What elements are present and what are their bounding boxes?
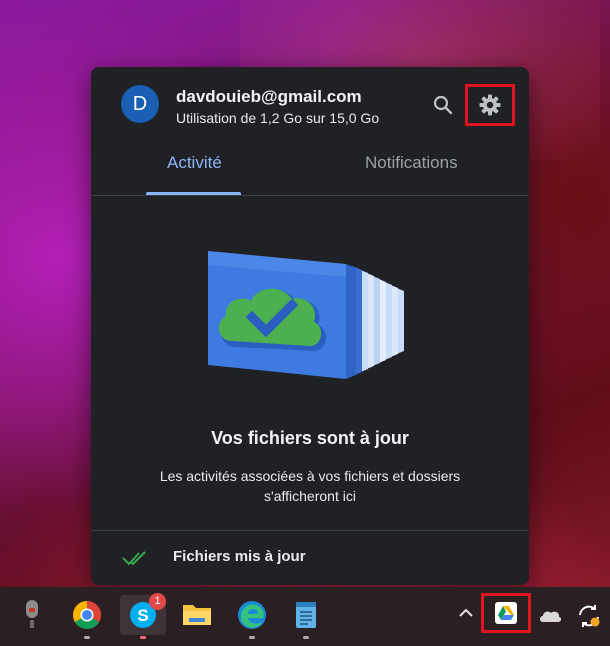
taskbar-app-file-explorer[interactable]	[177, 595, 217, 635]
notification-badge: 1	[149, 593, 166, 610]
status-headline: Vos fichiers sont à jour	[211, 428, 409, 448]
running-indicator	[140, 636, 146, 639]
sync-status-text: Fichiers mis à jour	[173, 548, 306, 565]
tab-notifications[interactable]: Notifications	[365, 153, 458, 173]
account-email: davdouieb@gmail.com	[176, 87, 362, 106]
header-divider	[91, 195, 529, 196]
taskbar-app-chrome[interactable]	[67, 595, 107, 639]
settings-button[interactable]	[465, 84, 515, 126]
onedrive-cloud-icon[interactable]	[538, 609, 562, 623]
taskbar-app-microphone[interactable]	[12, 595, 52, 635]
drive-activity-panel: D davdouieb@gmail.com Utilisation de 1,2…	[91, 67, 529, 585]
chrome-icon	[73, 601, 101, 629]
search-button[interactable]	[431, 93, 455, 117]
search-icon	[433, 95, 453, 115]
files-up-to-date-illustration	[208, 251, 404, 379]
edge-icon	[238, 601, 266, 629]
tray-google-drive[interactable]	[481, 593, 531, 633]
double-check-icon	[122, 551, 146, 566]
running-indicator	[303, 636, 309, 639]
avatar[interactable]: D	[121, 85, 159, 123]
taskbar-app-skype[interactable]: S 1	[120, 593, 166, 639]
file-explorer-icon	[183, 605, 211, 625]
taskbar-app-notepad[interactable]	[286, 595, 326, 639]
footer-divider	[91, 530, 529, 531]
storage-usage: Utilisation de 1,2 Go sur 15,0 Go	[176, 110, 380, 126]
microphone-app-icon	[26, 600, 38, 628]
svg-text:S: S	[137, 606, 148, 625]
chevron-up-icon[interactable]	[458, 607, 474, 619]
sync-icon[interactable]	[576, 603, 602, 629]
file-cards-stack	[346, 264, 404, 379]
running-indicator	[84, 636, 90, 639]
notepad-icon	[296, 602, 316, 628]
google-drive-icon	[495, 602, 517, 624]
empty-state-description: Les activités associées à vos fichiers e…	[159, 468, 461, 504]
running-indicator	[249, 636, 255, 639]
gear-icon	[479, 94, 501, 116]
windows-taskbar: S 1	[0, 587, 610, 646]
tab-activite[interactable]: Activité	[167, 153, 222, 173]
taskbar-app-edge[interactable]	[232, 595, 272, 639]
